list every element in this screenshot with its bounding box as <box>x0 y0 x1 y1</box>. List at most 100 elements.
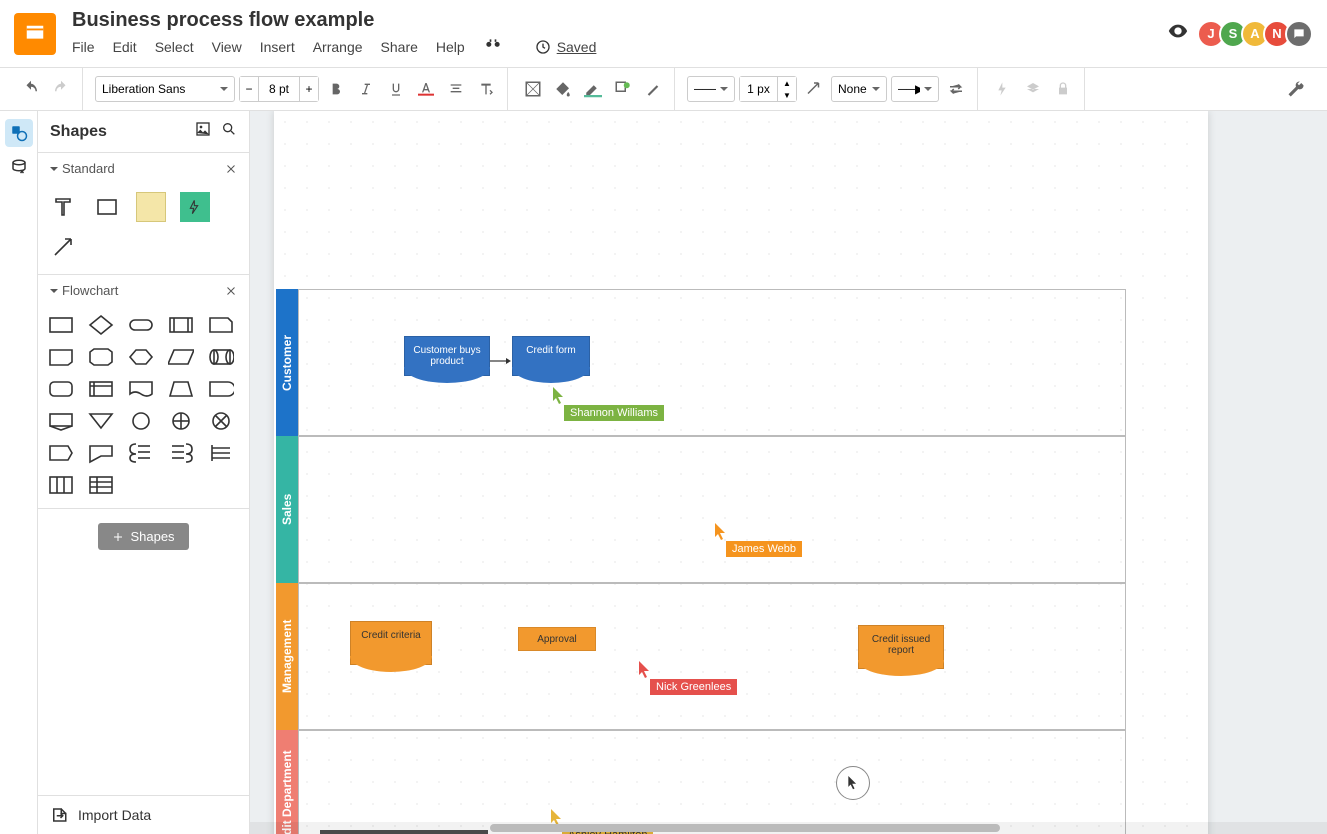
line-width-dec[interactable]: ▼ <box>778 89 796 101</box>
rail-shapes-icon[interactable] <box>5 119 33 147</box>
flowchart-shape-17[interactable] <box>128 410 154 432</box>
settings-wrench-icon[interactable] <box>1283 76 1309 102</box>
flowchart-shape-24[interactable] <box>208 442 234 464</box>
flowchart-shape-22[interactable] <box>128 442 154 464</box>
lane-label-3[interactable]: Credit Department <box>276 730 298 834</box>
text-color-button[interactable] <box>413 76 439 102</box>
flowchart-shape-5[interactable] <box>48 346 74 368</box>
shapes-search-icon[interactable] <box>221 121 237 142</box>
saved-status[interactable]: Saved <box>535 39 597 55</box>
menu-insert[interactable]: Insert <box>260 39 295 55</box>
menu-arrange[interactable]: Arrange <box>313 39 363 55</box>
font-size-input[interactable] <box>258 77 300 101</box>
menu-file[interactable]: File <box>72 39 95 55</box>
bold-button[interactable] <box>323 76 349 102</box>
flowchart-shape-20[interactable] <box>48 442 74 464</box>
shapes-image-icon[interactable] <box>195 121 211 142</box>
lock-button[interactable] <box>1050 76 1076 102</box>
doc-title[interactable]: Business process flow example <box>72 9 1167 32</box>
flash-button[interactable] <box>990 76 1016 102</box>
app-logo[interactable] <box>14 13 56 55</box>
menu-edit[interactable]: Edit <box>113 39 137 55</box>
close-icon[interactable] <box>225 285 237 297</box>
flowchart-shape-7[interactable] <box>128 346 154 368</box>
flowchart-shape-21[interactable] <box>88 442 114 464</box>
add-shapes-button[interactable]: Shapes <box>98 523 188 550</box>
shape-credit-criteria[interactable]: Credit criteria <box>350 621 432 665</box>
flowchart-shape-1[interactable] <box>88 314 114 336</box>
arrow-start-select[interactable]: None <box>831 76 887 102</box>
flowchart-shape-8[interactable] <box>168 346 194 368</box>
flowchart-shape-11[interactable] <box>88 378 114 400</box>
layers-button[interactable] <box>1020 76 1046 102</box>
undo-button[interactable] <box>18 76 44 102</box>
shape-arrow[interactable] <box>48 232 78 262</box>
flowchart-shape-10[interactable] <box>48 378 74 400</box>
border-color-button[interactable] <box>580 76 606 102</box>
shape-hotspot[interactable] <box>180 192 210 222</box>
shape-note[interactable] <box>136 192 166 222</box>
fill-color-button[interactable] <box>520 76 546 102</box>
font-size-spin[interactable]: − + <box>239 76 319 102</box>
line-width-input[interactable] <box>740 77 778 101</box>
flowchart-shape-4[interactable] <box>208 314 234 336</box>
lane-body-3[interactable] <box>298 730 1126 834</box>
shape-approval[interactable]: Approval <box>518 627 596 651</box>
text-options-button[interactable] <box>473 76 499 102</box>
italic-button[interactable] <box>353 76 379 102</box>
connector-arrow[interactable] <box>490 357 512 365</box>
flowchart-shape-26[interactable] <box>88 474 114 496</box>
menu-select[interactable]: Select <box>155 39 194 55</box>
lane-body-1[interactable] <box>298 436 1126 583</box>
category-flowchart-header[interactable]: Flowchart <box>38 275 249 306</box>
underline-button[interactable] <box>383 76 409 102</box>
canvas[interactable]: CustomerSalesManagementCredit Department… <box>274 111 1208 834</box>
shape-rect[interactable] <box>92 192 122 222</box>
chat-icon[interactable] <box>1285 20 1313 48</box>
flowchart-shape-16[interactable] <box>88 410 114 432</box>
flowchart-shape-15[interactable] <box>48 410 74 432</box>
canvas-viewport[interactable]: CustomerSalesManagementCredit Department… <box>250 111 1327 834</box>
flowchart-shape-12[interactable] <box>128 378 154 400</box>
lane-label-1[interactable]: Sales <box>276 436 298 583</box>
flowchart-shape-14[interactable] <box>208 378 234 400</box>
flowchart-shape-2[interactable] <box>128 314 154 336</box>
font-family-select[interactable]: Liberation Sans <box>95 76 235 102</box>
menu-view[interactable]: View <box>212 39 242 55</box>
magic-button[interactable] <box>640 76 666 102</box>
line-type-button[interactable] <box>801 76 827 102</box>
font-size-dec[interactable]: − <box>240 77 258 101</box>
line-style-select[interactable]: ─── <box>687 76 735 102</box>
align-button[interactable] <box>443 76 469 102</box>
flowchart-shape-25[interactable] <box>48 474 74 496</box>
redo-button[interactable] <box>48 76 74 102</box>
menu-help[interactable]: Help <box>436 39 465 55</box>
shape-credit-form[interactable]: Credit form <box>512 336 590 376</box>
rail-data-icon[interactable] <box>5 153 33 181</box>
category-standard-header[interactable]: Standard <box>38 153 249 184</box>
shape-customer-buys[interactable]: Customer buys product <box>404 336 490 376</box>
menu-share[interactable]: Share <box>381 39 418 55</box>
shape-text[interactable] <box>48 192 78 222</box>
lane-label-2[interactable]: Management <box>276 583 298 730</box>
close-icon[interactable] <box>225 163 237 175</box>
flowchart-shape-0[interactable] <box>48 314 74 336</box>
binoculars-icon[interactable] <box>483 36 503 59</box>
font-size-inc[interactable]: + <box>300 77 318 101</box>
flowchart-shape-3[interactable] <box>168 314 194 336</box>
arrow-end-select[interactable]: ──▶ <box>891 76 939 102</box>
flowchart-shape-19[interactable] <box>208 410 234 432</box>
flowchart-shape-6[interactable] <box>88 346 114 368</box>
swap-arrow-button[interactable] <box>943 76 969 102</box>
flowchart-shape-9[interactable] <box>208 346 234 368</box>
shape-options-button[interactable] <box>610 76 636 102</box>
shape-credit-issued[interactable]: Credit issued report <box>858 625 944 669</box>
line-width-spin[interactable]: ▲ ▼ <box>739 76 797 102</box>
lane-label-0[interactable]: Customer <box>276 289 298 436</box>
flowchart-shape-13[interactable] <box>168 378 194 400</box>
present-icon[interactable] <box>1167 20 1189 47</box>
bucket-button[interactable] <box>550 76 576 102</box>
import-data-button[interactable]: Import Data <box>38 795 249 834</box>
flowchart-shape-18[interactable] <box>168 410 194 432</box>
line-width-inc[interactable]: ▲ <box>778 77 796 89</box>
